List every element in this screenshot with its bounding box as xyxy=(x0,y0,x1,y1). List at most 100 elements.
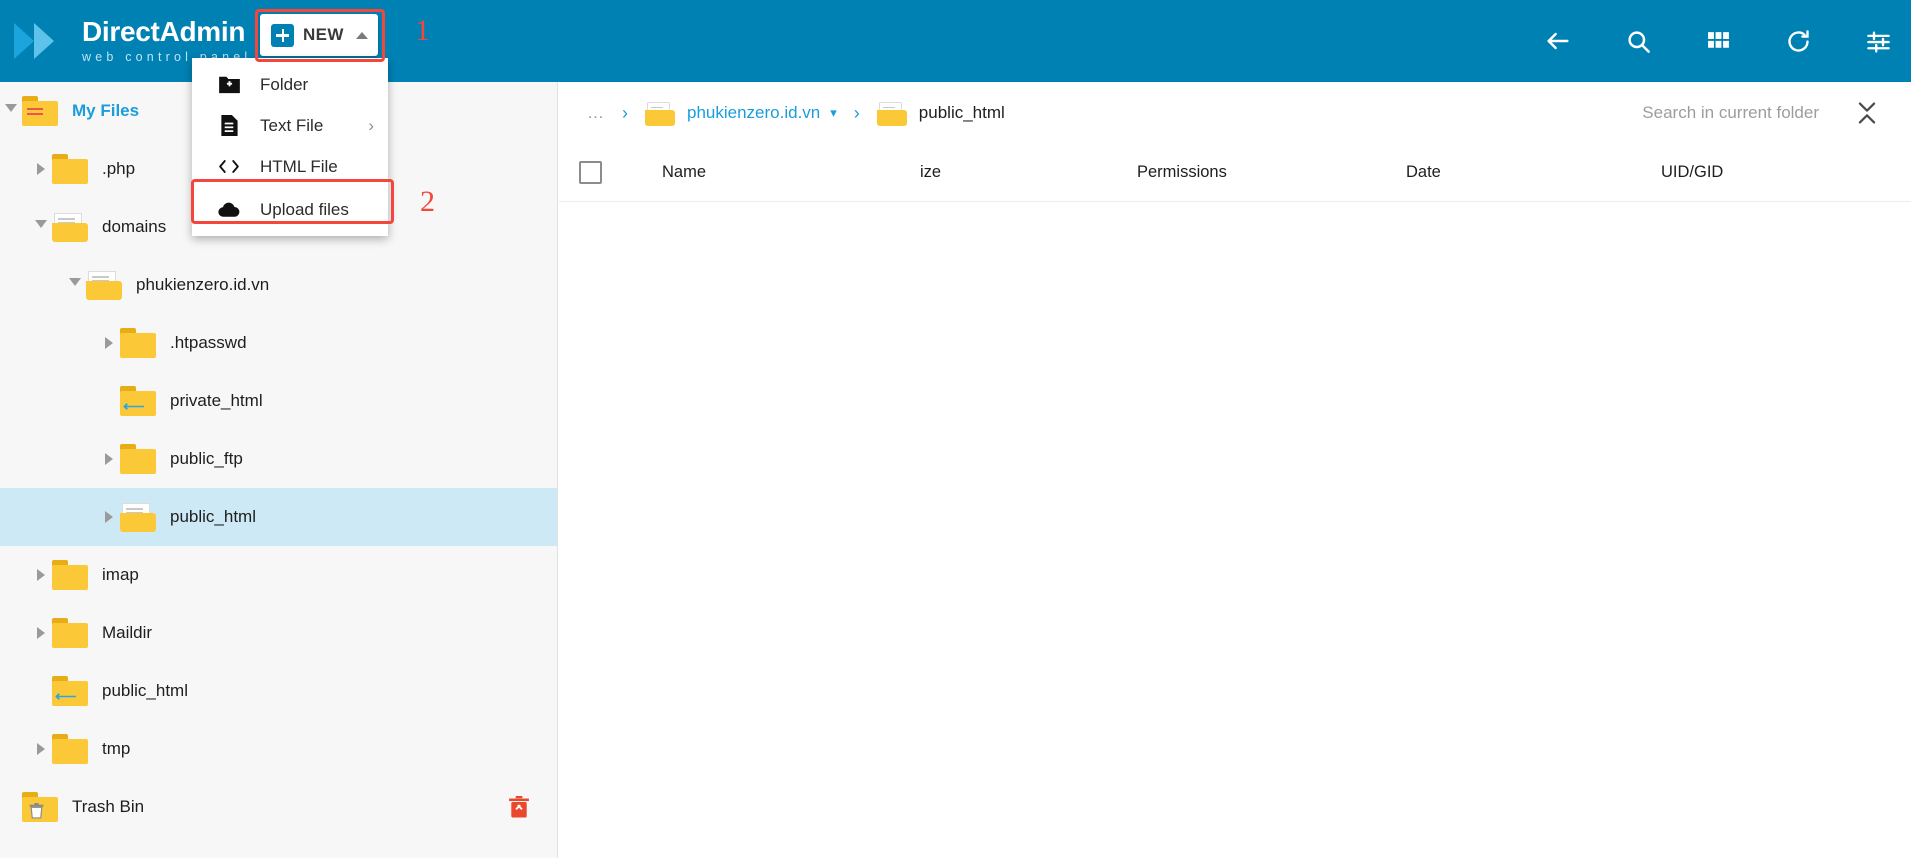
new-dropdown-menu[interactable]: Folder Text File › HTML File Upload file… xyxy=(192,58,388,236)
chevron-right-icon[interactable] xyxy=(98,511,120,523)
menu-item-folder-label: Folder xyxy=(260,74,309,94)
column-header-size[interactable]: ize xyxy=(920,163,941,182)
breadcrumb-item-current: public_html xyxy=(876,101,1005,126)
column-header-name[interactable]: Name xyxy=(662,163,706,182)
file-table-header: Name ize Permissions Date UID/GID xyxy=(559,144,1911,202)
sidebar-item-public-html-link[interactable]: ⟵ public_html xyxy=(0,662,557,720)
chevron-right-icon[interactable] xyxy=(30,743,52,755)
chevron-right-icon[interactable] xyxy=(30,163,52,175)
sidebar-item-imap[interactable]: imap xyxy=(0,546,557,604)
breadcrumb-ellipsis[interactable]: … xyxy=(587,103,605,123)
chevron-down-icon[interactable] xyxy=(0,104,22,118)
sidebar-item-maildir[interactable]: Maildir xyxy=(0,604,557,662)
breadcrumb-item-label: public_html xyxy=(918,103,1005,122)
sidebar-item-label: public_html xyxy=(170,507,256,526)
text-file-icon xyxy=(218,115,240,137)
sidebar-item-label: domains xyxy=(102,217,167,236)
sidebar-item-phukienzero-id-vn[interactable]: phukienzero.id.vn xyxy=(0,256,557,314)
menu-item-text-file-label: Text File xyxy=(260,115,324,135)
brand-name-primary: Direct xyxy=(82,16,160,48)
breadcrumb-separator: › xyxy=(622,102,628,123)
upload-files-menu-item[interactable]: Upload files xyxy=(192,189,388,230)
sidebar-item-label: Trash Bin xyxy=(72,797,145,816)
chevron-right-icon: › xyxy=(368,115,374,135)
sidebar-item-label: private_html xyxy=(170,391,263,410)
new-button-label: NEW xyxy=(303,25,344,44)
sidebar-item-label: My Files xyxy=(72,101,140,120)
sidebar-item-label: public_html xyxy=(102,681,188,700)
column-header-date[interactable]: Date xyxy=(1406,163,1441,182)
new-button[interactable]: NEW xyxy=(260,14,378,56)
folder-open-icon xyxy=(645,101,675,126)
chevron-down-icon[interactable] xyxy=(30,220,52,234)
sidebar-item-tmp[interactable]: tmp xyxy=(0,720,557,778)
folder-symlink-icon: ⟵ xyxy=(120,386,156,416)
empty-trash-icon[interactable] xyxy=(509,796,529,818)
menu-item-text-file[interactable]: Text File › xyxy=(192,105,388,146)
cloud-upload-icon xyxy=(218,199,240,221)
folder-icon xyxy=(120,444,156,474)
sidebar-item-private-html[interactable]: ⟵ private_html xyxy=(0,372,557,430)
folder-symlink-icon: ⟵ xyxy=(52,676,88,706)
breadcrumb: … › phukienzero.id.vn ▾ › public_html Se… xyxy=(559,82,1911,144)
sidebar-item-label: .php xyxy=(102,159,136,178)
sidebar-item-label: .htpasswd xyxy=(170,333,247,352)
folder-icon xyxy=(52,154,88,184)
upload-files-menu-item-label: Upload files xyxy=(260,199,349,219)
breadcrumb-item-label: phukienzero.id.vn xyxy=(687,103,821,122)
settings-sliders-icon[interactable] xyxy=(1863,26,1893,56)
menu-item-html-file-label: HTML File xyxy=(260,156,338,176)
sidebar-item-label: Maildir xyxy=(102,623,153,642)
brand-title: DirectAdmin web control panel xyxy=(82,18,251,64)
sidebar-item-label: public_ftp xyxy=(170,449,243,468)
plus-icon xyxy=(271,23,294,47)
folder-icon xyxy=(52,560,88,590)
search-icon[interactable] xyxy=(1623,26,1653,56)
folder-open-icon xyxy=(86,270,122,300)
sidebar-item-label: phukienzero.id.vn xyxy=(136,275,270,294)
chevron-down-icon[interactable] xyxy=(64,278,86,292)
menu-item-html-file[interactable]: HTML File xyxy=(192,146,388,187)
chevron-right-icon[interactable] xyxy=(30,569,52,581)
annotation-label-2: 2 xyxy=(420,185,435,218)
refresh-icon[interactable] xyxy=(1783,26,1813,56)
sidebar-item-label: tmp xyxy=(102,739,131,758)
menu-item-folder[interactable]: Folder xyxy=(192,64,388,105)
directadmin-logo-icon xyxy=(14,15,70,67)
folder-open-icon xyxy=(120,502,156,532)
folder-open-icon xyxy=(876,101,907,126)
column-header-permissions[interactable]: Permissions xyxy=(1137,163,1227,182)
chevron-down-icon[interactable]: ▾ xyxy=(830,105,837,121)
folder-trash-icon xyxy=(22,792,58,822)
file-table-body[interactable] xyxy=(559,202,1911,802)
new-button-wrapper: NEW xyxy=(260,14,378,56)
breadcrumb-item-domain[interactable]: phukienzero.id.vn ▾ xyxy=(645,101,837,126)
chevron-right-icon[interactable] xyxy=(98,337,120,349)
folder-icon xyxy=(120,328,156,358)
sidebar-item-trash-bin[interactable]: Trash Bin xyxy=(0,778,557,836)
sidebar-item-htpasswd[interactable]: .htpasswd xyxy=(0,314,557,372)
column-header-uid-gid[interactable]: UID/GID xyxy=(1661,163,1723,182)
annotation-label-1: 1 xyxy=(415,14,430,47)
sidebar-item-public-html-selected[interactable]: public_html xyxy=(0,488,557,546)
collapse-toggle-icon[interactable] xyxy=(1855,82,1879,144)
folder-plus-icon xyxy=(218,74,240,96)
chevron-right-icon[interactable] xyxy=(98,453,120,465)
file-manager-main: … › phukienzero.id.vn ▾ › public_html Se… xyxy=(559,82,1911,858)
breadcrumb-separator: › xyxy=(853,102,860,123)
chevron-up-icon xyxy=(355,31,368,39)
apps-grid-icon[interactable] xyxy=(1703,26,1733,56)
folder-open-icon xyxy=(52,212,88,242)
brand-name-secondary: Admin xyxy=(159,16,246,48)
select-all-checkbox[interactable] xyxy=(579,161,602,184)
code-brackets-icon xyxy=(218,156,240,178)
folder-icon xyxy=(52,618,88,648)
sidebar-item-public-ftp[interactable]: public_ftp xyxy=(0,430,557,488)
search-input[interactable]: Search in current folder xyxy=(1642,82,1819,144)
chevron-right-icon[interactable] xyxy=(30,627,52,639)
header-toolbar xyxy=(1543,0,1893,82)
folder-icon xyxy=(52,734,88,764)
back-arrow-icon[interactable] xyxy=(1543,26,1573,56)
folder-lines-icon xyxy=(22,96,58,126)
sidebar-item-label: imap xyxy=(102,565,139,584)
